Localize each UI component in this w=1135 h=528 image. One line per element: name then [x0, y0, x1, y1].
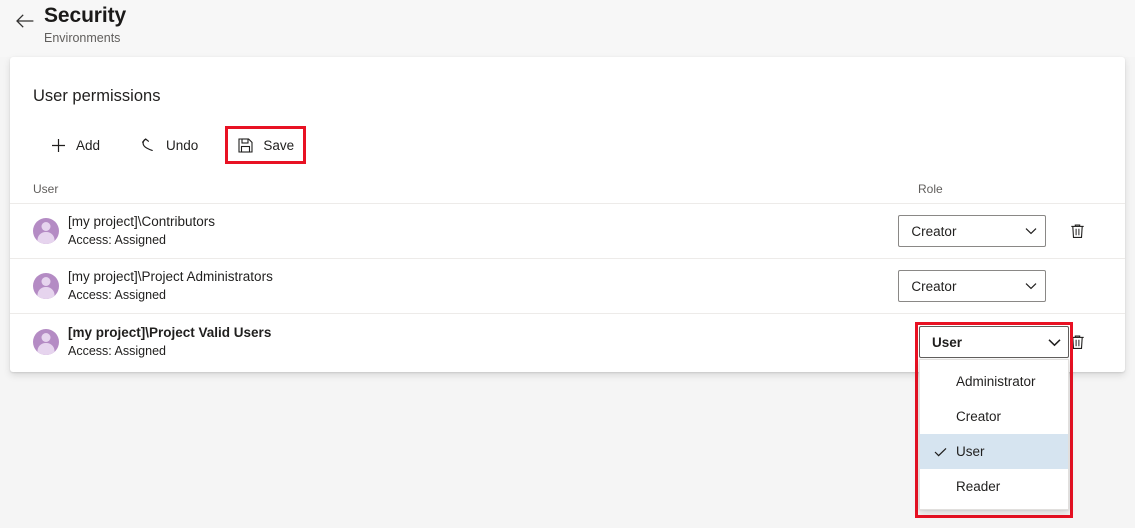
undo-button-label: Undo	[166, 137, 199, 153]
save-button-label: Save	[263, 137, 295, 153]
avatar-head	[41, 332, 51, 342]
delete-cell	[1046, 215, 1109, 247]
avatar-head	[41, 277, 51, 286]
user-cell: [my project]\Project Administrators Acce…	[33, 268, 898, 304]
group-avatar-icon	[33, 328, 59, 355]
user-cell: [my project]\Contributors Access: Assign…	[33, 213, 898, 249]
user-name: [my project]\Contributors	[68, 214, 216, 229]
chevron-down-icon	[1017, 282, 1045, 290]
page-title: Security	[44, 4, 127, 27]
role-dropdown[interactable]: Creator	[898, 270, 1047, 302]
user-cell: [my project]\Project Valid Users Access:…	[33, 324, 899, 360]
save-floppy-icon	[237, 137, 254, 154]
role-dropdown[interactable]: Creator	[898, 215, 1047, 247]
user-name: [my project]\Project Valid Users	[68, 324, 272, 340]
arrow-left-icon	[16, 14, 34, 28]
avatar-body	[37, 287, 55, 299]
menu-item-label: Creator	[956, 409, 1002, 424]
user-names: [my project]\Project Valid Users Access:…	[68, 324, 271, 360]
trash-icon	[1071, 224, 1084, 238]
menu-item-reader[interactable]: Reader	[920, 469, 1068, 504]
user-access: Access: Assigned	[68, 343, 166, 358]
undo-button[interactable]: Undo	[127, 128, 211, 162]
avatar-body	[37, 232, 55, 244]
user-names: [my project]\Contributors Access: Assign…	[68, 213, 215, 249]
menu-item-administrator[interactable]: Administrator	[920, 364, 1068, 399]
page-header: Security Environments	[0, 0, 1135, 57]
role-dropdown-value: Creator	[911, 278, 957, 294]
page-subtitle: Environments	[44, 31, 121, 45]
app-root: Security Environments User permissions A…	[0, 0, 1135, 528]
table-header-row: User Role	[10, 174, 1125, 204]
role-cell: Creator	[898, 270, 1047, 302]
role-dropdown-value: User	[932, 334, 963, 350]
role-dropdown-open[interactable]: User	[919, 326, 1069, 358]
delete-row-button[interactable]	[1062, 215, 1094, 247]
menu-item-label: User	[956, 444, 985, 459]
user-access: Access: Assigned	[68, 288, 166, 302]
add-button[interactable]: Add	[37, 128, 113, 162]
plus-icon	[50, 137, 67, 154]
group-avatar-icon	[33, 273, 59, 299]
role-dropdown-menu: Administrator Creator User Reader	[919, 359, 1069, 510]
back-button[interactable]	[10, 6, 40, 36]
menu-item-user[interactable]: User	[920, 434, 1068, 469]
card-title: User permissions	[33, 87, 161, 105]
add-button-label: Add	[76, 137, 101, 153]
header-texts: Security Environments	[44, 3, 126, 47]
avatar-body	[37, 342, 55, 355]
column-header-role: Role	[918, 181, 943, 196]
checkmark-icon	[928, 447, 952, 457]
avatar-head	[41, 222, 51, 231]
trash-icon	[1071, 335, 1084, 349]
table-row[interactable]: [my project]\Contributors Access: Assign…	[10, 204, 1125, 259]
table-row[interactable]: [my project]\Project Administrators Acce…	[10, 259, 1125, 314]
role-dropdown-value: Creator	[911, 223, 957, 239]
user-names: [my project]\Project Administrators Acce…	[68, 268, 273, 304]
column-header-user: User	[33, 181, 59, 196]
save-button[interactable]: Save	[225, 126, 307, 164]
chevron-down-icon	[1040, 338, 1068, 347]
menu-item-label: Reader	[956, 479, 1001, 494]
undo-icon	[140, 137, 157, 154]
command-toolbar: Add Undo Save	[37, 126, 307, 164]
user-name: [my project]\Project Administrators	[68, 269, 273, 284]
user-permissions-card: User permissions Add Undo Save User Role…	[10, 57, 1125, 372]
menu-item-creator[interactable]: Creator	[920, 399, 1068, 434]
chevron-down-icon	[1017, 227, 1045, 235]
user-access: Access: Assigned	[68, 233, 166, 247]
role-cell: Creator	[898, 215, 1047, 247]
menu-item-label: Administrator	[956, 374, 1036, 389]
group-avatar-icon	[33, 218, 59, 244]
